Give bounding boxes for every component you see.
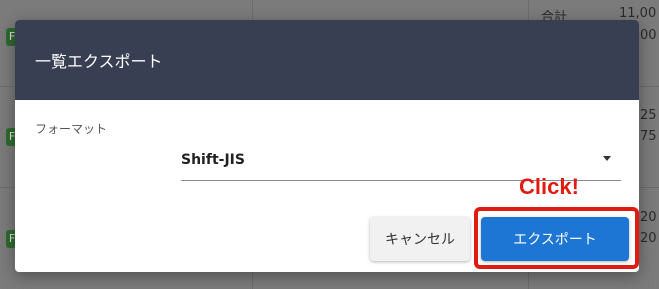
highlight-box [474, 207, 639, 269]
table-cell: 75 [640, 129, 657, 144]
dialog-title: 一覧エクスポート [35, 52, 163, 71]
table-cell: 20 [640, 231, 657, 246]
click-annotation: Click! [519, 174, 579, 199]
cancel-button-label: キャンセル [385, 232, 455, 248]
dropdown-arrow-icon [603, 156, 611, 161]
table-cell: 00 [640, 28, 657, 43]
cancel-button[interactable]: キャンセル [370, 217, 470, 261]
dialog-header: 一覧エクスポート [15, 20, 639, 100]
format-select-value: Shift-JIS [181, 151, 245, 168]
total-value: 11,00 [619, 6, 657, 21]
format-label: フォーマット [35, 122, 108, 136]
table-cell: 25 [640, 108, 657, 123]
table-cell: 20 [640, 210, 657, 225]
